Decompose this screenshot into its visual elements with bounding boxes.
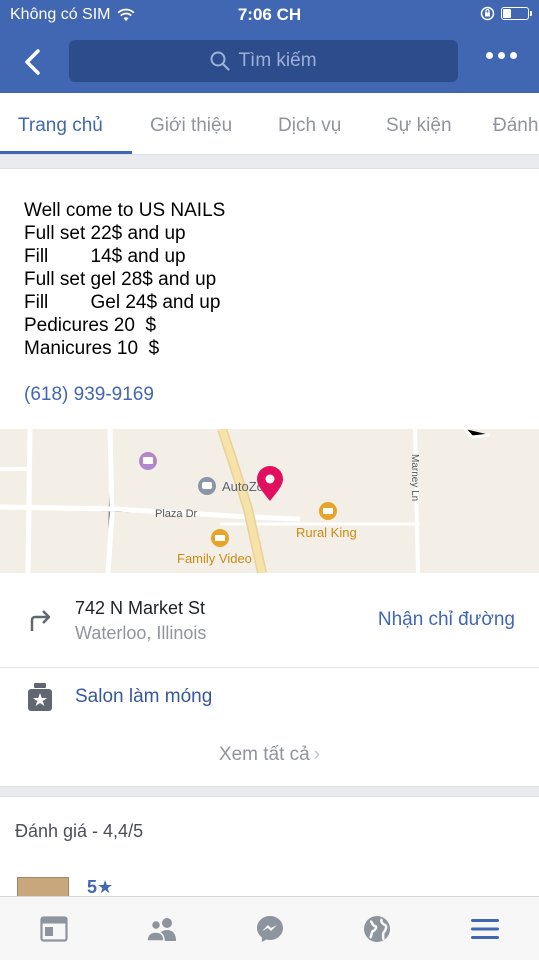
tab-notifications[interactable] <box>361 913 393 945</box>
map-label-marney-ln: Marney Ln <box>409 454 420 501</box>
tab-friends[interactable] <box>146 913 178 945</box>
section-divider <box>0 155 539 169</box>
chevron-right-icon: › <box>313 744 321 765</box>
status-bar: Không có SIM 7:06 CH <box>0 0 539 30</box>
battery-fill <box>503 9 512 18</box>
section-divider <box>0 786 539 797</box>
location-map[interactable]: AutoZone Plaza Dr Rural King Family Vide… <box>0 429 539 573</box>
news-feed-icon <box>40 916 68 942</box>
tab-events[interactable]: Sự kiện <box>386 115 452 137</box>
review-rating: 5★ <box>87 877 114 897</box>
reviewer-thumbnail <box>17 877 69 897</box>
messenger-icon <box>257 916 283 942</box>
tab-about[interactable]: Giới thiệu <box>150 115 232 137</box>
search-bar[interactable]: Tìm kiếm <box>69 40 458 82</box>
tab-menu[interactable] <box>469 913 501 945</box>
search-placeholder: Tìm kiếm <box>238 50 317 71</box>
battery-icon <box>501 7 532 20</box>
address-city: Waterloo, Illinois <box>75 623 207 643</box>
address-street: 742 N Market St <box>75 598 206 618</box>
about-section: Well come to US NAILS Full set 22$ and u… <box>0 169 539 429</box>
about-line: Full set 22$ and up <box>24 223 186 244</box>
see-all-button[interactable]: Xem tất cả › <box>0 726 539 786</box>
more-options-button[interactable] <box>486 52 517 59</box>
about-line: Well come to US NAILS <box>24 200 226 221</box>
status-right <box>480 6 532 21</box>
salon-category-icon <box>28 683 52 711</box>
search-icon <box>210 51 231 71</box>
dot-icon <box>510 52 517 59</box>
about-line: Pedicures 20 $ <box>24 315 157 336</box>
dot-icon <box>498 52 505 59</box>
page-tabs: Trang chủ Giới thiệu Dịch vụ Sự kiện Đán… <box>0 93 539 155</box>
about-line: Manicures 10 $ <box>24 338 160 359</box>
category-row[interactable]: Salon làm móng <box>0 668 539 726</box>
map-label-plaza-dr: Plaza Dr <box>155 508 198 520</box>
get-directions-link[interactable]: Nhận chỉ đường <box>378 609 515 631</box>
orientation-lock-icon <box>480 6 495 21</box>
phone-link[interactable]: (618) 939-9169 <box>24 384 154 406</box>
see-all-label: Xem tất cả <box>218 744 310 765</box>
tab-messenger[interactable] <box>254 913 286 945</box>
menu-icon <box>471 919 499 939</box>
globe-icon <box>364 916 390 942</box>
category-label: Salon làm móng <box>75 686 213 707</box>
map-label-family-video: Family Video <box>177 551 252 566</box>
navigation-bar: Tìm kiếm <box>0 40 539 82</box>
chevron-left-icon <box>25 49 40 75</box>
bottom-tab-bar <box>0 896 539 960</box>
tab-reviews[interactable]: Đánh <box>493 115 538 137</box>
tab-news-feed[interactable] <box>38 913 70 945</box>
map-label-rural-king: Rural King <box>296 525 357 540</box>
active-tab-indicator <box>0 151 132 154</box>
about-line: Fill Gel 24$ and up <box>24 292 221 313</box>
top-bar: Không có SIM 7:06 CH Tìm kiếm <box>0 0 539 93</box>
tab-services[interactable]: Dịch vụ <box>278 115 341 137</box>
friends-icon <box>146 918 176 942</box>
clock: 7:06 CH <box>237 5 302 24</box>
back-button[interactable] <box>16 44 48 80</box>
dot-icon <box>486 52 493 59</box>
tab-home[interactable]: Trang chủ <box>18 115 103 137</box>
reviews-section: Đánh giá - 4,4/5 5★ <box>0 797 539 897</box>
about-line: Full set gel 28$ and up <box>24 269 217 290</box>
reviews-title: Đánh giá - 4,4/5 <box>15 821 144 841</box>
about-line: Fill 14$ and up <box>24 246 186 267</box>
directions-arrow-icon <box>30 610 51 631</box>
map-canvas: AutoZone Plaza Dr Rural King Family Vide… <box>0 429 539 573</box>
address-row[interactable]: 742 N Market St Waterloo, Illinois Nhận … <box>0 573 539 668</box>
